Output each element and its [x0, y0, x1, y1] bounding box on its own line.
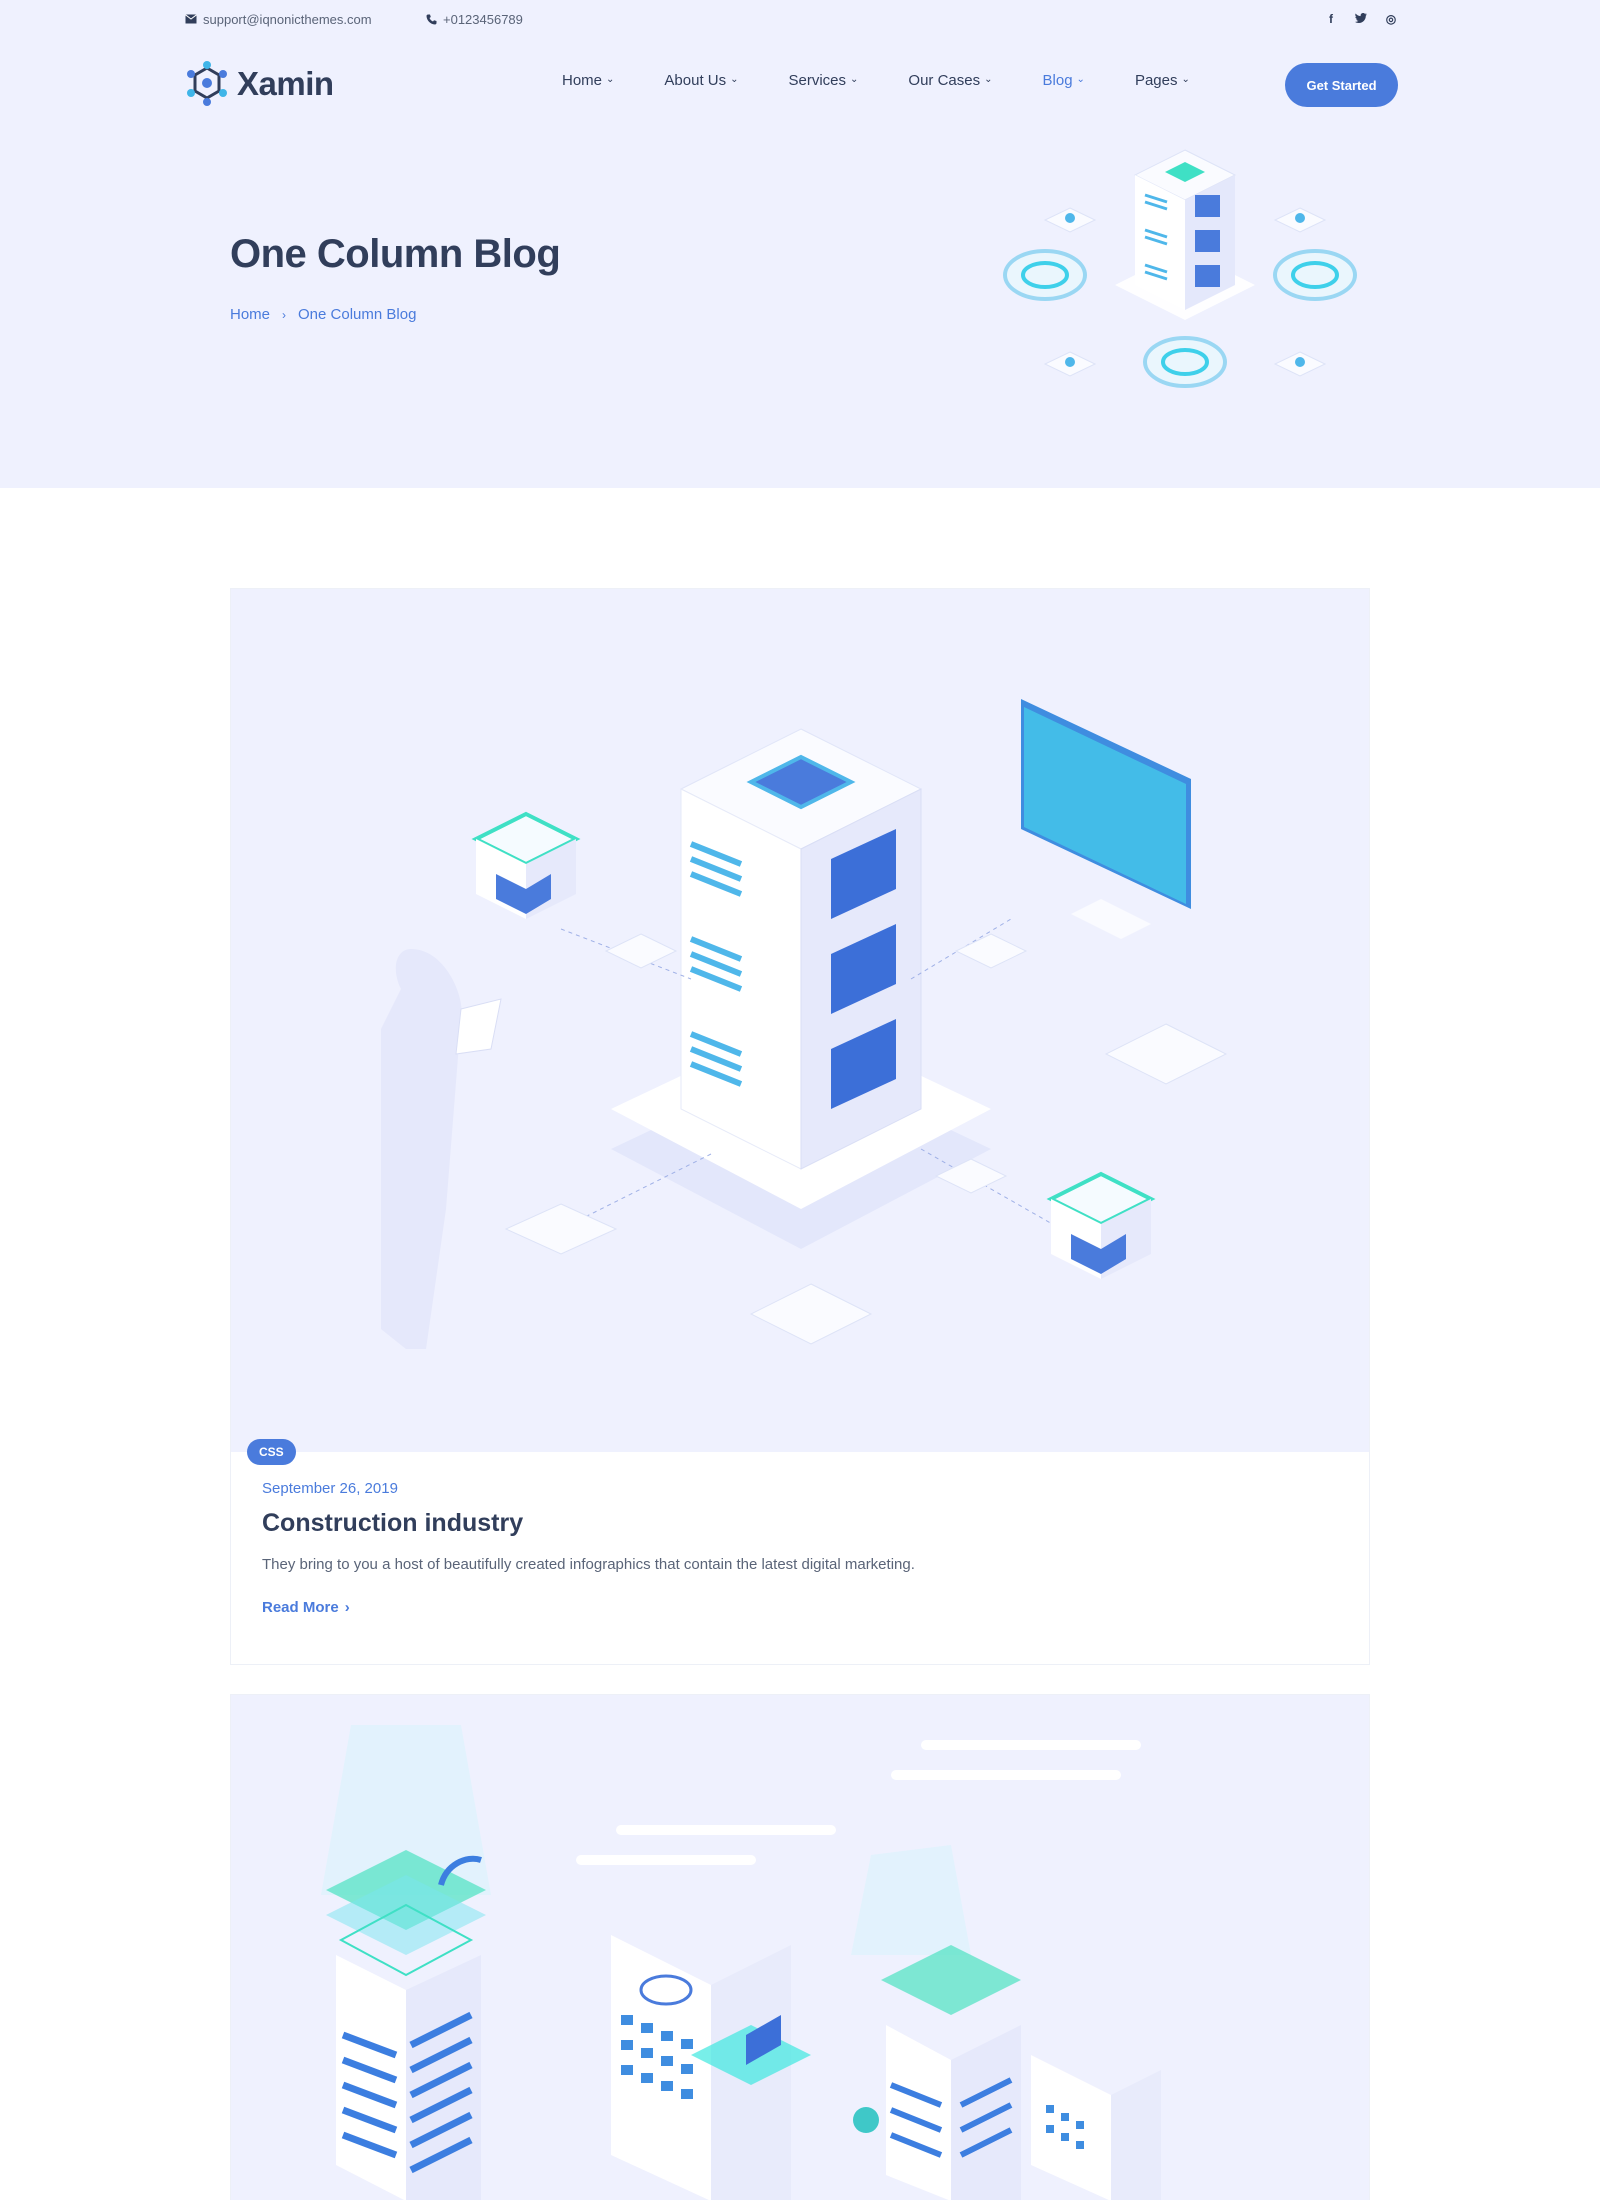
chevron-down-icon: ⌄: [1076, 74, 1085, 85]
twitter-icon[interactable]: [1355, 12, 1367, 26]
email-text: support@iqnonicthemes.com: [203, 12, 372, 27]
get-started-button[interactable]: Get Started: [1285, 63, 1398, 107]
chevron-right-icon: ›: [282, 307, 287, 322]
nav-home-label: Home: [562, 72, 603, 89]
category-badge[interactable]: CSS: [247, 1439, 296, 1465]
nav-blog[interactable]: Blog ⌄: [1043, 72, 1085, 89]
server-network-illustration: [1003, 149, 1357, 388]
main-nav: Home ⌄ About Us ⌄ Services ⌄ Our Cases ⌄ Blo…: [562, 72, 1240, 89]
blog-post-card: CSS September 26, 2019 Construction indu…: [230, 588, 1370, 1665]
nav-pages-label: Pages: [1134, 72, 1178, 89]
breadcrumb-current: One Column Blog: [298, 306, 417, 323]
top-bar: support@iqnonicthemes.com +0123456789 f …: [185, 12, 1397, 32]
breadcrumb: Home › One Column Blog: [230, 306, 416, 323]
logo[interactable]: Xamin: [185, 60, 334, 108]
nav-pages[interactable]: Pages ⌄: [1135, 72, 1190, 89]
server-illustration: [381, 699, 1228, 1349]
chevron-down-icon: ⌄: [730, 74, 739, 85]
chevron-down-icon: ⌄: [1181, 74, 1190, 85]
post-date[interactable]: September 26, 2019: [262, 1480, 1338, 1497]
nav-home[interactable]: Home ⌄: [562, 72, 614, 89]
chevron-down-icon: ⌄: [606, 74, 615, 85]
logo-text: Xamin: [237, 65, 334, 102]
chevron-down-icon: ⌄: [850, 74, 859, 85]
nav-blog-label: Blog: [1042, 72, 1073, 89]
post-excerpt: They bring to you a host of beautifully …: [262, 1556, 915, 1573]
blog-post-card: [230, 1694, 1370, 2200]
phone-icon: [425, 14, 437, 26]
smart-city-illustration: [321, 1725, 1161, 2200]
post-image[interactable]: [231, 589, 1369, 1452]
instagram-icon[interactable]: ◎: [1385, 12, 1397, 26]
logo-mark-icon: [187, 61, 227, 106]
phone-text: +0123456789: [443, 12, 523, 27]
nav-services[interactable]: Services ⌄: [789, 72, 859, 89]
nav-about-us[interactable]: About Us ⌄: [664, 72, 738, 89]
post-image[interactable]: [231, 1695, 1369, 2200]
nav-our-cases[interactable]: Our Cases ⌄: [908, 72, 992, 89]
nav-services-label: Services: [788, 72, 847, 89]
read-more-label: Read More: [262, 1599, 339, 1616]
breadcrumb-home[interactable]: Home: [230, 306, 270, 323]
phone-contact[interactable]: +0123456789: [425, 12, 523, 27]
social-links: f ◎: [1325, 12, 1397, 26]
post-title[interactable]: Construction industry: [262, 1509, 1338, 1538]
page-title: One Column Blog: [230, 232, 561, 276]
chevron-down-icon: ⌄: [984, 74, 993, 85]
chevron-right-icon: ›: [344, 1599, 350, 1616]
read-more-link[interactable]: Read More ›: [262, 1599, 350, 1616]
facebook-icon[interactable]: f: [1325, 12, 1337, 26]
nav-cases-label: Our Cases: [908, 72, 981, 89]
email-contact[interactable]: support@iqnonicthemes.com: [185, 12, 372, 27]
post-body: CSS September 26, 2019 Construction indu…: [231, 1439, 1369, 1664]
envelope-icon: [185, 13, 197, 26]
nav-about-label: About Us: [664, 72, 727, 89]
